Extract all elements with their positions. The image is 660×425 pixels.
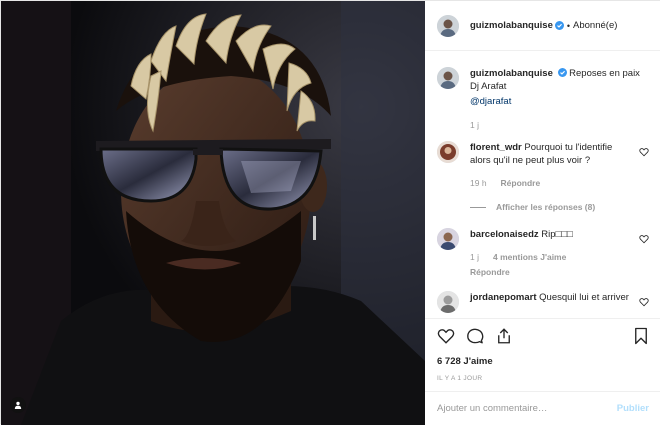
comment-item: florent_wdr Pourquoi tu l'identifie alor… bbox=[437, 141, 649, 214]
add-comment-bar: Publier bbox=[425, 391, 660, 425]
user-tag-icon[interactable] bbox=[10, 397, 26, 413]
comment-icon[interactable] bbox=[466, 327, 484, 345]
author-username[interactable]: guizmolabanquise bbox=[470, 20, 553, 31]
author-avatar[interactable] bbox=[437, 14, 459, 37]
comment-username[interactable]: barcelonaisedz bbox=[470, 229, 539, 240]
comment-item: jordanepomart Quesquil lui et arriver bbox=[437, 291, 649, 313]
comment-likes-count[interactable]: 4 mentions J'aime bbox=[493, 251, 566, 264]
post-sidebar: guizmolabanquise • Abonné(e) guizmolaban… bbox=[425, 1, 660, 425]
comment-input[interactable] bbox=[437, 403, 617, 414]
caption: guizmolabanquise Reposes en paix Dj Araf… bbox=[437, 67, 649, 132]
caption-text-line1: Reposes en paix bbox=[569, 68, 640, 79]
commenter-avatar[interactable] bbox=[437, 291, 459, 313]
comment-username[interactable]: jordanepomart bbox=[470, 292, 537, 303]
post-actions: 6 728 J'aime IL Y A 1 JOUR bbox=[425, 318, 660, 391]
reply-button[interactable]: Répondre bbox=[470, 266, 510, 279]
follow-status-button[interactable]: Abonné(e) bbox=[573, 20, 617, 31]
comment-text: Rip□□□ bbox=[541, 229, 573, 240]
caption-text-line2: Dj Arafat bbox=[470, 81, 507, 92]
publish-button[interactable]: Publier bbox=[617, 403, 649, 414]
caption-avatar[interactable] bbox=[437, 67, 459, 89]
caption-mention-link[interactable]: @djarafat bbox=[470, 96, 511, 107]
share-icon[interactable] bbox=[495, 327, 513, 345]
comment-username[interactable]: florent_wdr bbox=[470, 142, 522, 153]
likes-number: 6 728 bbox=[437, 356, 461, 367]
view-replies-button[interactable]: Afficher les réponses (8) bbox=[470, 201, 631, 214]
comment-item: barcelonaisedz Rip□□□ 1 j 4 mentions J'a… bbox=[437, 228, 649, 279]
replies-divider-line bbox=[470, 207, 486, 208]
likes-label: J'aime bbox=[463, 356, 493, 367]
heart-icon[interactable] bbox=[437, 327, 455, 345]
commenter-avatar[interactable] bbox=[437, 141, 459, 163]
post-photo[interactable] bbox=[1, 1, 425, 425]
view-replies-label: Afficher les réponses (8) bbox=[496, 202, 596, 212]
comments-list: guizmolabanquise Reposes en paix Dj Araf… bbox=[425, 51, 660, 318]
portrait-image bbox=[1, 1, 425, 425]
bookmark-icon[interactable] bbox=[633, 327, 649, 345]
verified-badge-icon bbox=[554, 21, 564, 30]
reply-button[interactable]: Répondre bbox=[501, 177, 541, 190]
verified-badge-icon bbox=[557, 68, 567, 77]
heart-icon[interactable] bbox=[639, 234, 649, 244]
caption-username[interactable]: guizmolabanquise bbox=[470, 68, 553, 79]
likes-count[interactable]: 6 728 J'aime bbox=[437, 356, 649, 367]
heart-icon[interactable] bbox=[639, 147, 649, 157]
commenter-avatar[interactable] bbox=[437, 228, 459, 250]
instagram-post: guizmolabanquise • Abonné(e) guizmolaban… bbox=[0, 0, 660, 425]
separator-dot: • bbox=[566, 20, 571, 31]
comment-time[interactable]: 19 h bbox=[470, 177, 487, 190]
comment-text: Quesquil lui et arriver bbox=[539, 292, 629, 303]
post-timestamp[interactable]: IL Y A 1 JOUR bbox=[437, 375, 649, 382]
comment-time[interactable]: 1 j bbox=[470, 251, 479, 264]
post-header: guizmolabanquise • Abonné(e) bbox=[425, 1, 660, 51]
heart-icon[interactable] bbox=[639, 297, 649, 307]
caption-time[interactable]: 1 j bbox=[470, 119, 479, 132]
